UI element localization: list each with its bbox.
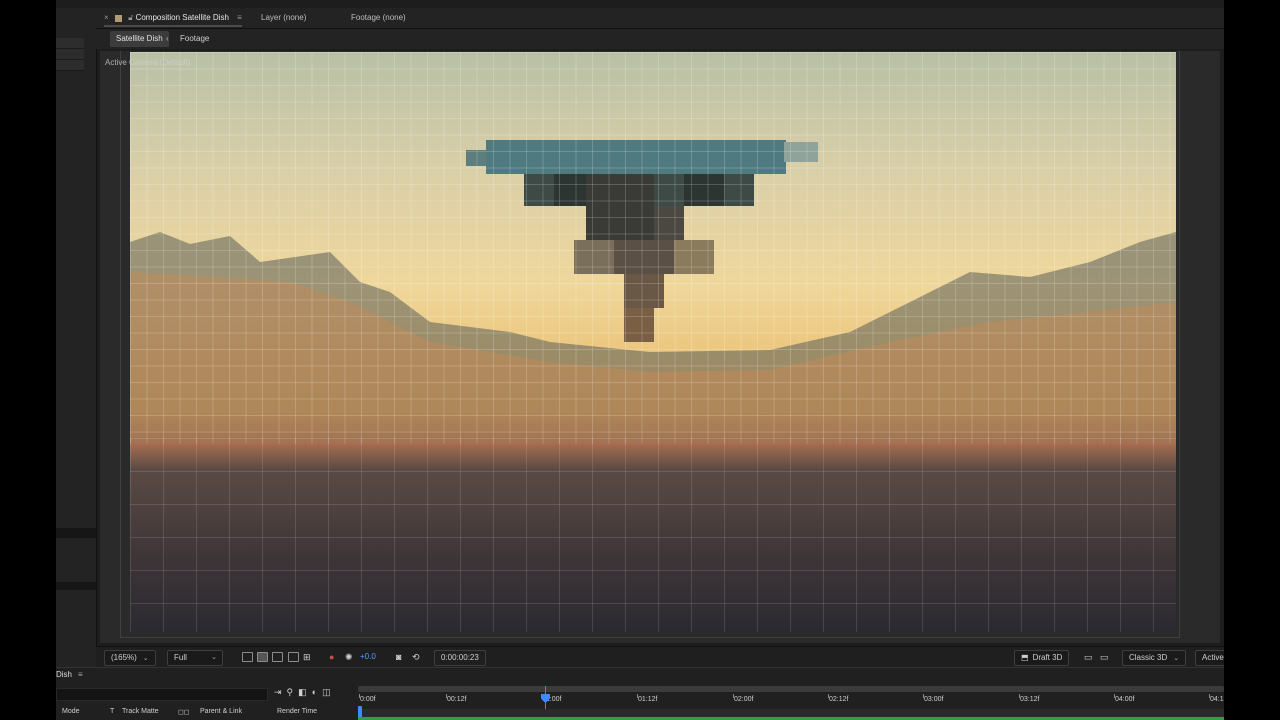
chevron-down-icon: ⌄ — [1173, 655, 1180, 662]
time-ruler[interactable]: 0:00f 00:12f 01:00f 01:12f 02:00f 02:12f… — [358, 686, 1224, 720]
composition-navigator: Satellite Dish ‹ Footage — [96, 29, 1224, 49]
tab-composition-label: Composition Satellite Dish — [135, 13, 229, 23]
ruler-tick: 00:12f — [445, 694, 467, 703]
transparency-grid-icon[interactable] — [257, 650, 268, 664]
ruler-tick: 01:12f — [636, 694, 658, 703]
timeline-tab-label: Dish — [56, 670, 73, 679]
close-icon[interactable]: × — [104, 8, 109, 28]
work-area-bar[interactable] — [358, 709, 1224, 717]
panel-divider — [56, 528, 96, 538]
grid-guides-icon[interactable]: ⊞ — [303, 650, 311, 664]
draft-3d-toggle[interactable]: ⬒ Draft 3D — [1014, 650, 1070, 666]
timeline-switches: ⇥⚲◧◐◫ — [274, 687, 336, 698]
snapshot-camera-icon[interactable]: ◙ — [396, 650, 401, 664]
ruler-ticks: 0:00f 00:12f 01:00f 01:12f 02:00f 02:12f… — [358, 694, 1224, 706]
col-mode[interactable]: Mode — [62, 708, 80, 715]
extended-viewer-icon[interactable]: ▭ — [1100, 650, 1109, 664]
col-render-time[interactable]: Render Time — [277, 708, 317, 715]
exposure-value[interactable]: +0.0 — [360, 650, 376, 664]
ruler-tick: 02:00f — [732, 694, 754, 703]
tab-composition[interactable]: × 🔓︎ Composition Satellite Dish ≡ — [104, 8, 242, 28]
current-timecode: 0:00:00:23 — [441, 653, 479, 662]
ruler-tick: 04:1 — [1209, 694, 1224, 703]
crumb-footage[interactable]: Footage — [174, 31, 215, 47]
ruler-tick: 0:00f — [359, 694, 376, 703]
fast-preview-icon[interactable] — [242, 650, 253, 664]
viewer-toolbar: (165%) ⌄ Full ⌄ ⊞ ● ✺ +0.0 ◙ ⟲ 0:00:00:23 … — [96, 646, 1224, 667]
composition-frame[interactable] — [130, 52, 1176, 632]
zoom-value: (165%) — [111, 653, 137, 662]
ruler-tick: 02:12f — [827, 694, 849, 703]
tab-layer[interactable]: Layer (none) — [261, 8, 306, 28]
draft-3d-icon: ⬒ — [1021, 653, 1029, 662]
chevron-down-icon: ⌄ — [142, 655, 149, 662]
chevron-down-icon: ⌄ — [211, 654, 217, 661]
view-select[interactable]: Active C — [1195, 650, 1224, 666]
resolution-value: Full — [174, 653, 187, 662]
composition-color-icon — [114, 14, 122, 22]
tab-layer-label: Layer (none) — [261, 13, 307, 22]
chevron-left-icon[interactable]: ‹ — [160, 31, 175, 47]
comp-mini-flowchart-icon[interactable]: ⇥ — [274, 687, 287, 697]
viewer-tab-bar: × 🔓︎ Composition Satellite Dish ≡ Layer … — [96, 8, 1224, 29]
resolution-select[interactable]: Full ⌄ — [167, 650, 223, 666]
3d-ground-plane-icon[interactable]: ▭ — [1084, 650, 1093, 664]
after-effects-window: × 🔓︎ Composition Satellite Dish ≡ Layer … — [0, 0, 1224, 720]
panel-divider — [56, 582, 96, 590]
shy-icon[interactable]: ◧ — [298, 687, 312, 697]
renderer-value: Classic 3D — [1129, 653, 1168, 662]
col-t[interactable]: T — [110, 708, 114, 715]
channels-icon[interactable]: ● — [329, 650, 334, 664]
motion-blur-icon[interactable]: ◫ — [322, 687, 336, 697]
project-panel-row[interactable] — [56, 38, 84, 49]
col-parent-link[interactable]: Parent & Link — [200, 708, 242, 715]
lock-icon[interactable]: 🔓︎ — [128, 8, 133, 28]
project-panel-row[interactable] — [56, 60, 84, 71]
active-camera-label: Active Camera (Default) — [105, 58, 191, 67]
mask-visibility-icon[interactable] — [272, 650, 283, 664]
timeline-tab[interactable]: Dish ≡ — [56, 670, 83, 679]
current-time-display[interactable]: 0:00:00:23 — [434, 650, 486, 666]
renderer-select[interactable]: Classic 3D ⌄ — [1122, 650, 1187, 666]
panel-menu-icon[interactable]: ≡ — [78, 670, 83, 679]
timeline-column-headers: Mode T Track Matte ◻◻ Parent & Link Rend… — [56, 706, 356, 718]
pixel-grid-overlay-coarse — [130, 438, 1176, 632]
crumb-footage-label: Footage — [180, 34, 210, 43]
region-of-interest-icon[interactable] — [288, 650, 299, 664]
draft-3d-icon[interactable]: ⚲ — [287, 687, 299, 697]
matte-icons: ◻◻ — [178, 709, 190, 716]
composition-viewer[interactable]: Active Camera (Default) — [100, 51, 1220, 643]
ruler-tick: 04:00f — [1113, 694, 1135, 703]
crumb-satellite-dish-label: Satellite Dish — [116, 34, 163, 43]
draft-3d-label: Draft 3D — [1032, 653, 1063, 662]
tab-footage[interactable]: Footage (none) — [351, 8, 406, 28]
view-value: Active C — [1202, 653, 1224, 662]
letterbox-right — [1224, 0, 1280, 720]
timeline-panel: Dish ≡ ⇥⚲◧◐◫ Mode T Track Matte ◻◻ Parent… — [56, 667, 1224, 720]
frame-blending-icon[interactable]: ◐ — [312, 687, 322, 697]
pixel-grid-overlay — [130, 52, 1176, 444]
exposure-reset-icon[interactable]: ✺ — [345, 650, 353, 664]
show-snapshot-icon[interactable]: ⟲ — [412, 650, 420, 664]
tab-footage-label: Footage (none) — [351, 13, 406, 22]
panel-menu-icon[interactable]: ≡ — [237, 8, 242, 28]
timeline-search-input[interactable] — [56, 688, 268, 701]
time-navigator-bar[interactable] — [358, 686, 1224, 692]
left-gutter — [0, 0, 56, 720]
zoom-select[interactable]: (165%) ⌄ — [104, 650, 156, 666]
project-panel-row[interactable] — [56, 49, 84, 60]
project-panel — [56, 8, 97, 668]
col-track-matte[interactable]: Track Matte — [122, 708, 159, 715]
ruler-tick: 03:00f — [922, 694, 944, 703]
ruler-tick: 03:12f — [1018, 694, 1040, 703]
